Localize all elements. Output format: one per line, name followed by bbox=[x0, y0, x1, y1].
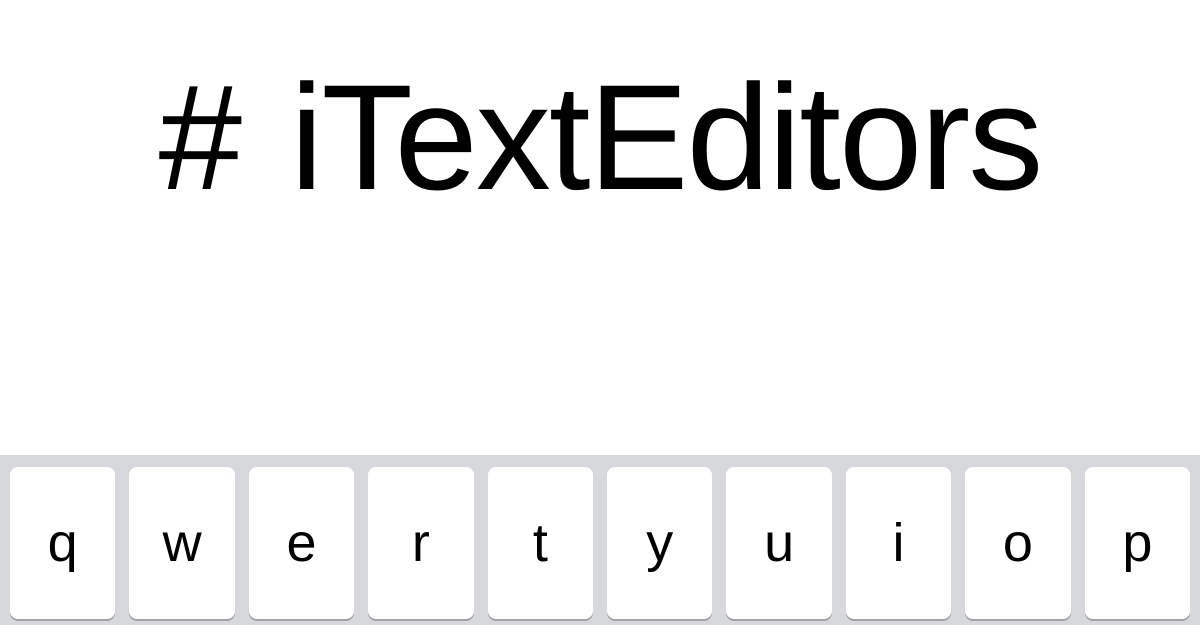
key-q[interactable]: q bbox=[10, 467, 115, 619]
title-text: iTextEditors bbox=[290, 62, 1041, 212]
key-p[interactable]: p bbox=[1085, 467, 1190, 619]
key-y[interactable]: y bbox=[607, 467, 712, 619]
key-u[interactable]: u bbox=[726, 467, 831, 619]
key-w[interactable]: w bbox=[129, 467, 234, 619]
page-title: # iTextEditors bbox=[159, 62, 1042, 212]
keyboard: q w e r t y u i o p bbox=[0, 455, 1200, 625]
key-r[interactable]: r bbox=[368, 467, 473, 619]
key-t[interactable]: t bbox=[488, 467, 593, 619]
key-o[interactable]: o bbox=[965, 467, 1070, 619]
key-i[interactable]: i bbox=[846, 467, 951, 619]
hash-symbol: # bbox=[159, 62, 240, 212]
title-area: # iTextEditors bbox=[0, 0, 1200, 455]
key-e[interactable]: e bbox=[249, 467, 354, 619]
